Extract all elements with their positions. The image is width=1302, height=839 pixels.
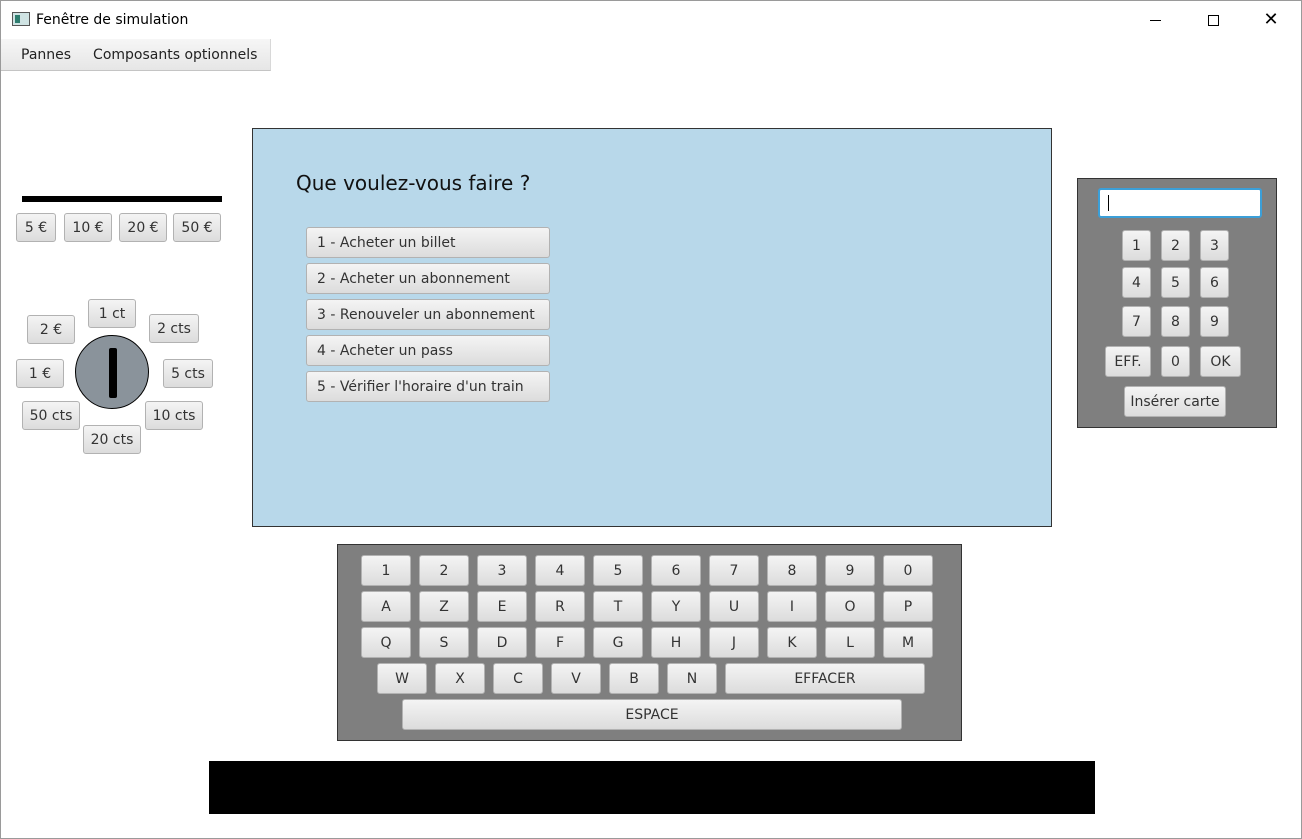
keypad-key-4[interactable]: 4 bbox=[1122, 267, 1151, 298]
close-button[interactable]: ✕ bbox=[1242, 1, 1300, 39]
keyboard-key[interactable]: C bbox=[493, 663, 543, 694]
keyboard-space-button[interactable]: ESPACE bbox=[402, 699, 902, 730]
keyboard-key[interactable]: F bbox=[535, 627, 585, 658]
bill-20-button[interactable]: 20 € bbox=[119, 213, 167, 242]
keyboard-key[interactable]: W bbox=[377, 663, 427, 694]
keyboard-key[interactable]: 2 bbox=[419, 555, 469, 586]
menu-bar: Pannes Composants optionnels bbox=[1, 39, 271, 71]
menu-composants-optionnels[interactable]: Composants optionnels bbox=[82, 47, 268, 63]
bill-slot bbox=[22, 196, 222, 202]
simulation-window: Fenêtre de simulation ✕ Pannes Composant… bbox=[0, 0, 1302, 839]
keypad-clear-button[interactable]: EFF. bbox=[1105, 346, 1151, 377]
main-screen: Que voulez-vous faire ? 1 - Acheter un b… bbox=[252, 128, 1052, 527]
keyboard-key[interactable]: 8 bbox=[767, 555, 817, 586]
keyboard-key[interactable]: I bbox=[767, 591, 817, 622]
title-bar: Fenêtre de simulation ✕ bbox=[1, 1, 1301, 39]
keyboard-key[interactable]: 6 bbox=[651, 555, 701, 586]
keyboard-key[interactable]: X bbox=[435, 663, 485, 694]
option-buy-subscription-button[interactable]: 2 - Acheter un abonnement bbox=[306, 263, 550, 294]
keyboard-key[interactable]: 1 bbox=[361, 555, 411, 586]
coin-slot-opening bbox=[109, 348, 117, 398]
option-renew-subscription-button[interactable]: 3 - Renouveler un abonnement bbox=[306, 299, 550, 330]
maximize-icon bbox=[1207, 14, 1219, 26]
keyboard-key[interactable]: Q bbox=[361, 627, 411, 658]
keyboard-key[interactable]: J bbox=[709, 627, 759, 658]
keypad-key-2[interactable]: 2 bbox=[1161, 230, 1190, 261]
keyboard-key[interactable]: N bbox=[667, 663, 717, 694]
menu-pannes[interactable]: Pannes bbox=[1, 47, 82, 63]
text-caret bbox=[1108, 195, 1109, 211]
keyboard-key[interactable]: O bbox=[825, 591, 875, 622]
keyboard-key[interactable]: 4 bbox=[535, 555, 585, 586]
keyboard-key[interactable]: H bbox=[651, 627, 701, 658]
keypad-key-5[interactable]: 5 bbox=[1161, 267, 1190, 298]
keyboard-key[interactable]: P bbox=[883, 591, 933, 622]
keypad-ok-button[interactable]: OK bbox=[1200, 346, 1241, 377]
ticket-output-slot bbox=[209, 761, 1095, 814]
keyboard-key[interactable]: M bbox=[883, 627, 933, 658]
coin-5cts-button[interactable]: 5 cts bbox=[163, 359, 213, 388]
app-icon bbox=[12, 12, 30, 26]
keypad-key-8[interactable]: 8 bbox=[1161, 306, 1190, 337]
keyboard-key[interactable]: S bbox=[419, 627, 469, 658]
keyboard-key[interactable]: R bbox=[535, 591, 585, 622]
keyboard-key[interactable]: B bbox=[609, 663, 659, 694]
screen-title: Que voulez-vous faire ? bbox=[296, 171, 531, 195]
keyboard-key[interactable]: T bbox=[593, 591, 643, 622]
keyboard-key[interactable]: E bbox=[477, 591, 527, 622]
keyboard-key[interactable]: U bbox=[709, 591, 759, 622]
keypad-key-6[interactable]: 6 bbox=[1200, 267, 1229, 298]
keyboard-key[interactable]: 0 bbox=[883, 555, 933, 586]
pin-keypad: 1 2 3 4 5 6 7 8 9 EFF. 0 OK Insérer cart… bbox=[1077, 178, 1277, 428]
virtual-keyboard: 1 2 3 4 5 6 7 8 9 0 A Z E R T Y U I O P … bbox=[337, 544, 962, 741]
coin-50cts-button[interactable]: 50 cts bbox=[22, 401, 80, 430]
keyboard-erase-button[interactable]: EFFACER bbox=[725, 663, 925, 694]
keyboard-key[interactable]: Y bbox=[651, 591, 701, 622]
option-check-schedule-button[interactable]: 5 - Vérifier l'horaire d'un train bbox=[306, 371, 550, 402]
coin-1eur-button[interactable]: 1 € bbox=[16, 359, 64, 388]
minimize-button[interactable] bbox=[1126, 1, 1184, 39]
bill-50-button[interactable]: 50 € bbox=[173, 213, 221, 242]
coin-20cts-button[interactable]: 20 cts bbox=[83, 425, 141, 454]
keyboard-key[interactable]: 5 bbox=[593, 555, 643, 586]
keyboard-key[interactable]: 7 bbox=[709, 555, 759, 586]
window-title: Fenêtre de simulation bbox=[36, 12, 189, 28]
option-buy-pass-button[interactable]: 4 - Acheter un pass bbox=[306, 335, 550, 366]
keyboard-key[interactable]: V bbox=[551, 663, 601, 694]
close-icon: ✕ bbox=[1263, 9, 1279, 30]
coin-2cts-button[interactable]: 2 cts bbox=[149, 314, 199, 343]
coin-1ct-button[interactable]: 1 ct bbox=[88, 299, 136, 328]
keyboard-key[interactable]: A bbox=[361, 591, 411, 622]
keyboard-key[interactable]: 9 bbox=[825, 555, 875, 586]
maximize-button[interactable] bbox=[1184, 1, 1242, 39]
coin-10cts-button[interactable]: 10 cts bbox=[145, 401, 203, 430]
keyboard-key[interactable]: 3 bbox=[477, 555, 527, 586]
minimize-icon bbox=[1149, 19, 1161, 21]
coin-slot bbox=[75, 335, 149, 409]
keyboard-key[interactable]: G bbox=[593, 627, 643, 658]
coin-2eur-button[interactable]: 2 € bbox=[27, 315, 75, 344]
pin-input[interactable] bbox=[1098, 188, 1262, 218]
keyboard-key[interactable]: L bbox=[825, 627, 875, 658]
keypad-key-3[interactable]: 3 bbox=[1200, 230, 1229, 261]
keypad-key-7[interactable]: 7 bbox=[1122, 306, 1151, 337]
keyboard-key[interactable]: K bbox=[767, 627, 817, 658]
bill-5-button[interactable]: 5 € bbox=[16, 213, 56, 242]
keyboard-key[interactable]: Z bbox=[419, 591, 469, 622]
keypad-key-1[interactable]: 1 bbox=[1122, 230, 1151, 261]
bill-10-button[interactable]: 10 € bbox=[64, 213, 112, 242]
insert-card-button[interactable]: Insérer carte bbox=[1124, 386, 1226, 417]
keypad-key-0[interactable]: 0 bbox=[1161, 346, 1190, 377]
option-buy-ticket-button[interactable]: 1 - Acheter un billet bbox=[306, 227, 550, 258]
keyboard-key[interactable]: D bbox=[477, 627, 527, 658]
keypad-key-9[interactable]: 9 bbox=[1200, 306, 1229, 337]
